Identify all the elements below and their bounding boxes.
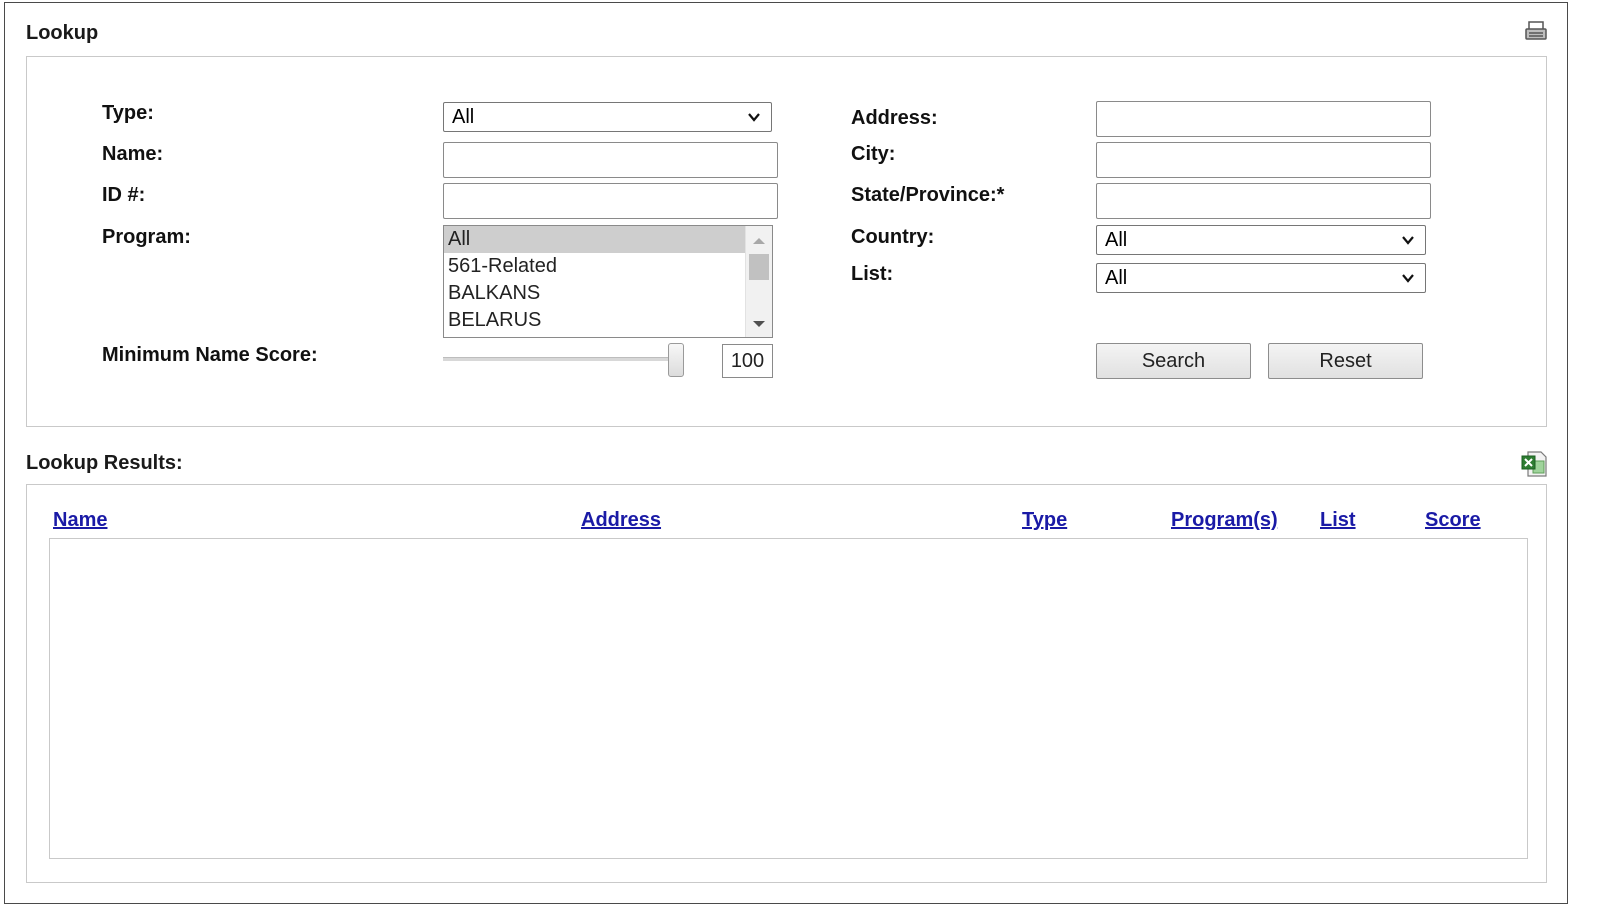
type-select-value: All [452,106,475,128]
column-header-type[interactable]: Type [1022,509,1067,532]
state-label: State/Province:* [851,184,1005,206]
program-label: Program: [102,226,191,248]
id-input[interactable] [443,183,778,219]
id-label: ID #: [102,184,146,206]
chevron-down-icon [1402,274,1414,283]
program-option[interactable]: BELARUS [444,307,772,334]
column-header-score[interactable]: Score [1425,509,1481,532]
lookup-title: Lookup [26,22,99,44]
scrollbar-thumb[interactable] [749,254,769,280]
search-button[interactable]: Search [1096,343,1251,379]
list-label: List: [851,263,894,285]
program-option[interactable]: All [444,226,772,253]
results-table-body [49,538,1528,859]
column-header-name[interactable]: Name [53,509,107,532]
country-select[interactable]: All [1096,225,1426,255]
country-select-value: All [1105,229,1128,251]
program-option[interactable]: BALKANS [444,280,772,307]
list-select-value: All [1105,267,1128,289]
column-header-list[interactable]: List [1320,509,1356,532]
country-label: Country: [851,226,935,248]
min-score-slider-track[interactable] [443,357,681,361]
reset-button[interactable]: Reset [1268,343,1423,379]
excel-export-icon[interactable] [1521,450,1547,478]
list-select[interactable]: All [1096,263,1426,293]
results-title: Lookup Results: [26,452,183,474]
column-header-address[interactable]: Address [581,509,661,532]
state-input[interactable] [1096,183,1431,219]
address-label: Address: [851,107,938,129]
min-score-slider-handle[interactable] [668,343,684,377]
address-input[interactable] [1096,101,1431,137]
chevron-down-icon [748,113,760,122]
type-label: Type: [102,102,154,124]
type-select[interactable]: All [443,102,772,132]
program-option[interactable]: 561-Related [444,253,772,280]
program-scrollbar[interactable] [745,226,772,337]
city-input[interactable] [1096,142,1431,178]
column-header-programs[interactable]: Program(s) [1171,509,1278,532]
scroll-down-arrow-icon[interactable] [753,321,765,327]
scroll-up-arrow-icon[interactable] [753,238,765,244]
city-label: City: [851,143,896,165]
chevron-down-icon [1402,236,1414,245]
printer-icon[interactable] [1524,20,1548,42]
name-label: Name: [102,143,164,165]
name-input[interactable] [443,142,778,178]
program-listbox[interactable]: All 561-Related BALKANS BELARUS [443,225,773,338]
min-score-label: Minimum Name Score: [102,344,318,366]
min-score-value[interactable]: 100 [722,344,773,378]
